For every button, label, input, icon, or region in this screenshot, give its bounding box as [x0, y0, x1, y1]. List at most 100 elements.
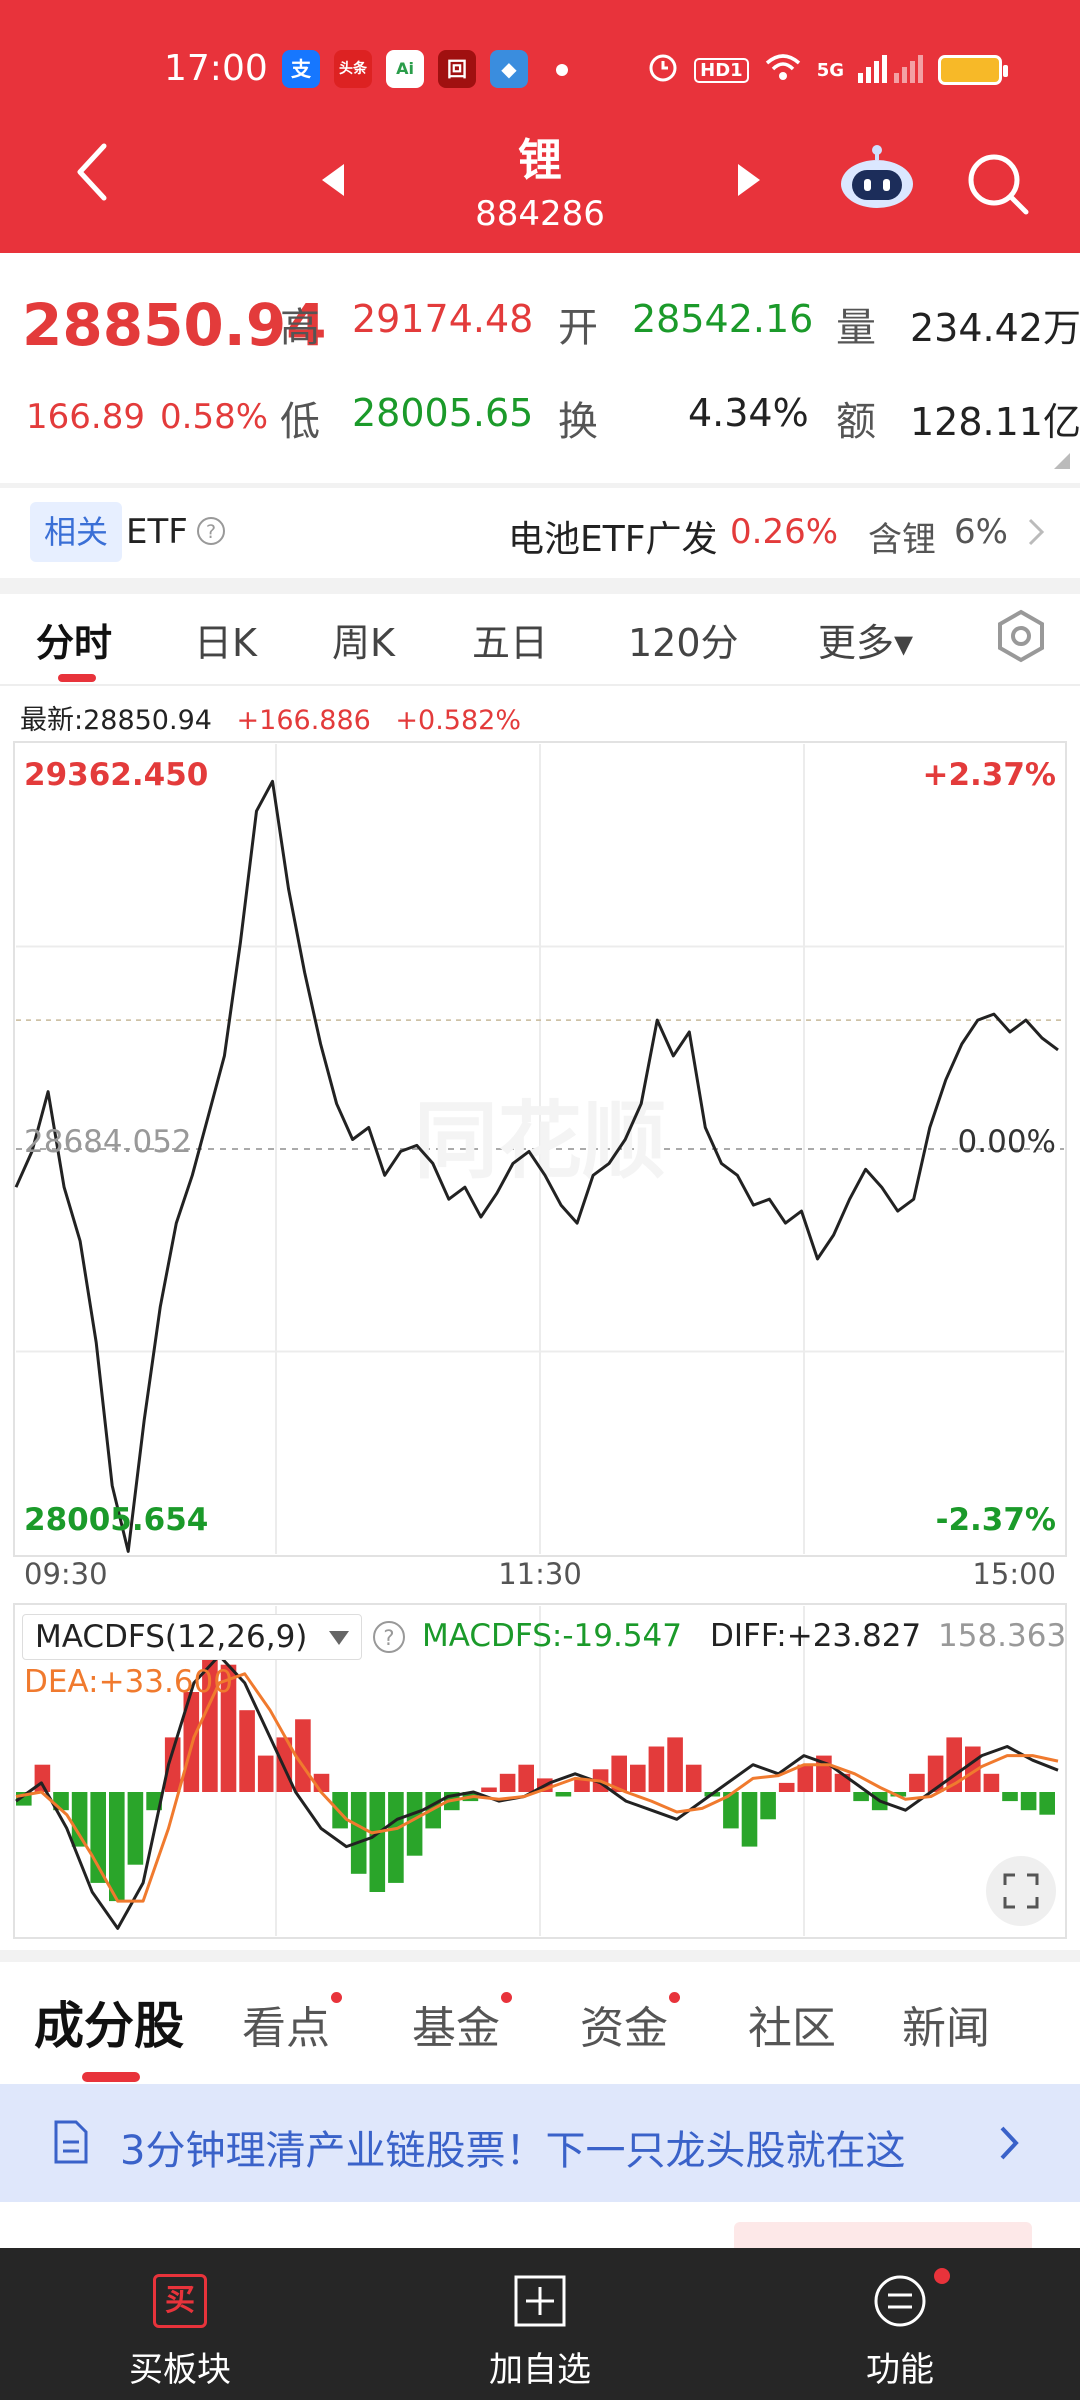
- tab-five-day[interactable]: 五日: [472, 612, 548, 667]
- expand-corner-icon[interactable]: [1054, 453, 1070, 469]
- macd-bar: [1020, 1792, 1037, 1811]
- x-label-close: 15:00: [972, 1557, 1056, 1591]
- macd-bar: [499, 1773, 516, 1792]
- intraday-chart[interactable]: 同花顺 29362.450 28684.052 28005.654 +2.37%…: [0, 730, 1080, 1940]
- fullscreen-button[interactable]: [986, 1856, 1056, 1926]
- low-value: 28005.65: [352, 391, 534, 435]
- pct-max-label: +2.37%: [922, 757, 1056, 793]
- turnover-value: 4.34%: [688, 391, 809, 435]
- status-right: HD1 5G: [646, 50, 1008, 90]
- help-icon[interactable]: ?: [196, 516, 226, 546]
- chevron-right-icon: [1000, 2126, 1019, 2160]
- promo-banner[interactable]: 3分钟理清产业链股票！下一只龙头股就在这: [0, 2084, 1080, 2202]
- macd-bar: [648, 1746, 665, 1792]
- unread-dot: [501, 1992, 512, 2003]
- svg-text:?: ?: [206, 521, 216, 543]
- macdfs-value: MACDFS:-19.547: [422, 1618, 682, 1654]
- next-stock-icon[interactable]: [736, 162, 762, 198]
- macd-bar: [685, 1764, 702, 1792]
- macd-bar: [778, 1782, 795, 1792]
- functions-label: 功能: [866, 2350, 934, 2390]
- tab-community-label: 社区: [748, 2003, 836, 2054]
- holding-value: 6%: [954, 512, 1008, 552]
- tab-120min[interactable]: 120分: [628, 612, 739, 667]
- alarm-icon: [646, 50, 680, 90]
- tab-intraday[interactable]: 分时: [36, 612, 112, 667]
- tab-weekly-k[interactable]: 周K: [332, 612, 395, 667]
- amount-value: 128.11亿: [910, 400, 1080, 444]
- divider: [0, 578, 1080, 594]
- status-time: 17:00: [164, 48, 268, 89]
- app-header: 17:00 支 头条 Ai 回 ◆ HD1 5G 锂 884286: [0, 0, 1080, 253]
- divider: [0, 1950, 1080, 1962]
- svg-text:?: ?: [383, 1626, 394, 1650]
- add-watchlist-button[interactable]: 加自选: [390, 2248, 690, 2400]
- browser-app-icon: ◆: [490, 50, 528, 88]
- macd-max-label: 158.363: [938, 1618, 1067, 1654]
- prev-stock-icon[interactable]: [320, 162, 346, 198]
- holding-label: 含锂: [868, 520, 936, 560]
- tab-news-label: 新闻: [902, 2003, 990, 2054]
- list-peek: [0, 2202, 1080, 2262]
- macd-indicator-label: MACDFS(12,26,9): [35, 1619, 308, 1655]
- tab-highlights[interactable]: 看点: [242, 1992, 342, 2056]
- unread-dot: [331, 1992, 342, 2003]
- battery-icon: [938, 55, 1008, 85]
- alipay-app-icon: 支: [282, 50, 320, 88]
- etf-label: ETF: [126, 512, 188, 552]
- notification-dot: [934, 2268, 950, 2284]
- macd-bar: [1002, 1792, 1018, 1802]
- stock-name: 锂: [518, 135, 562, 186]
- macd-help-icon[interactable]: ?: [372, 1620, 406, 1654]
- banner-text: 3分钟理清产业链股票！下一只龙头股就在这: [120, 2128, 906, 2174]
- related-etf-row[interactable]: 相关 ETF ? 电池ETF广发 0.26% 含锂 6%: [0, 488, 1080, 578]
- search-icon[interactable]: [962, 148, 1032, 218]
- macd-bar: [555, 1792, 572, 1797]
- quote-panel: 28850.94 166.89 0.58% 高 29174.48 低 28005…: [0, 253, 1080, 483]
- macd-bar: [909, 1773, 925, 1792]
- tab-constituents[interactable]: 成分股: [34, 1986, 184, 2058]
- unread-dot: [669, 1992, 680, 2003]
- macd-bar: [71, 1792, 88, 1847]
- macd-bar: [369, 1792, 386, 1892]
- network-type: 5G: [816, 59, 844, 81]
- pct-min-label: -2.37%: [936, 1502, 1056, 1538]
- buy-sector-button[interactable]: 买 买板块: [30, 2248, 330, 2400]
- macd-bar: [1039, 1792, 1055, 1815]
- macd-bar: [853, 1792, 869, 1802]
- tab-funds[interactable]: 基金: [412, 1992, 512, 2056]
- tab-more[interactable]: 更多▾: [818, 612, 913, 667]
- etf-percent: 0.26%: [730, 512, 839, 552]
- functions-button[interactable]: 功能: [750, 2248, 1050, 2400]
- macd-bar: [630, 1764, 646, 1792]
- stock-code: 884286: [475, 194, 605, 234]
- macd-bar: [797, 1764, 814, 1792]
- home-app-icon: Ai: [386, 50, 424, 88]
- macd-bar: [983, 1773, 1000, 1792]
- y-max-label: 29362.450: [24, 757, 208, 793]
- robot-assistant-icon[interactable]: [838, 144, 916, 210]
- related-tag: 相关: [30, 502, 123, 562]
- low-label: 低: [280, 399, 320, 445]
- tab-news[interactable]: 新闻: [902, 1992, 990, 2056]
- volume-value: 234.42万: [910, 306, 1080, 350]
- bottom-nav: 买 买板块 加自选 功能: [0, 2248, 1080, 2400]
- chevron-right-icon: [1028, 518, 1045, 546]
- tab-capital-label: 资金: [580, 2003, 668, 2054]
- tab-capital[interactable]: 资金: [580, 1992, 680, 2056]
- macd-bar: [257, 1755, 274, 1792]
- x-label-open: 09:30: [24, 1557, 108, 1591]
- macd-bar: [109, 1792, 125, 1902]
- settings-hexagon-icon[interactable]: [994, 606, 1048, 666]
- high-label: 高: [280, 305, 320, 351]
- back-icon[interactable]: [72, 142, 112, 202]
- change-value: 166.89: [26, 397, 145, 437]
- macd-indicator-select[interactable]: MACDFS(12,26,9): [22, 1614, 362, 1660]
- tab-community[interactable]: 社区: [748, 1992, 836, 2056]
- content-tabs: 成分股 看点 基金 资金 社区 新闻: [0, 1966, 1080, 2076]
- signal-icon: [858, 51, 924, 89]
- high-value: 29174.48: [352, 297, 534, 341]
- tab-daily-k[interactable]: 日K: [194, 612, 257, 667]
- buy-sector-label: 买板块: [129, 2350, 231, 2390]
- amount-label: 额: [836, 399, 876, 445]
